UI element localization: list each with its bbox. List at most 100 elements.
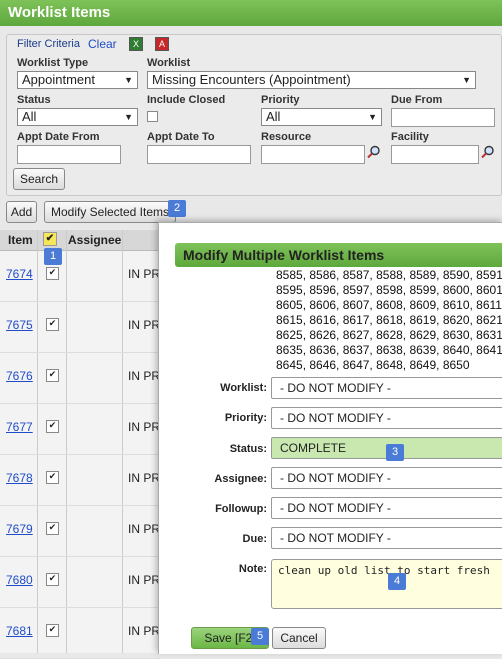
row-status: IN PR	[128, 573, 161, 587]
appt-date-from-label: Appt Date From	[17, 131, 100, 143]
facility-input[interactable]	[391, 145, 479, 164]
worklist-label: Worklist	[147, 57, 191, 69]
item-column-header[interactable]: Item	[8, 233, 33, 247]
table-row[interactable]: 7674 ✔ IN PR	[0, 250, 160, 302]
due-field-label: Due:	[242, 533, 267, 545]
facility-label: Facility	[391, 131, 429, 143]
worklist-type-label: Worklist Type	[17, 57, 89, 69]
row-checkbox[interactable]: ✔	[46, 369, 59, 382]
table-row[interactable]: 7677 ✔ IN PR	[0, 403, 160, 455]
status-select[interactable]: All ▼	[17, 108, 138, 126]
worklist-grid: Item ✔ Assignee 7674 ✔ IN PR 7675 ✔ IN P…	[0, 230, 170, 659]
status-value: All	[22, 109, 37, 124]
worklist-field-label: Worklist:	[220, 382, 267, 394]
cancel-button[interactable]: Cancel	[272, 627, 326, 649]
include-closed-label: Include Closed	[147, 94, 226, 106]
row-status: IN PR	[128, 624, 161, 638]
worklist-select[interactable]: Missing Encounters (Appointment) ▼	[147, 71, 476, 89]
clear-link[interactable]: Clear	[88, 37, 117, 51]
priority-field-select[interactable]: - DO NOT MODIFY -	[271, 407, 502, 429]
row-checkbox[interactable]: ✔	[46, 573, 59, 586]
resource-label: Resource	[261, 131, 312, 143]
row-checkbox[interactable]: ✔	[46, 420, 59, 433]
due-from-input[interactable]	[391, 108, 495, 127]
priority-select[interactable]: All ▼	[261, 108, 382, 126]
assignee-field-select[interactable]: - DO NOT MODIFY -	[271, 467, 502, 489]
item-link[interactable]: 7677	[6, 420, 33, 434]
item-id-line: 8645, 8646, 8647, 8648, 8649, 8650	[276, 358, 470, 372]
search-button[interactable]: Search	[13, 168, 65, 190]
row-checkbox[interactable]: ✔	[46, 318, 59, 331]
row-checkbox[interactable]: ✔	[46, 624, 59, 637]
row-status: IN PR	[128, 522, 161, 536]
note-textarea[interactable]: clean up old list to start fresh	[271, 559, 502, 609]
row-status: IN PR	[128, 420, 161, 434]
pdf-export-icon[interactable]: A	[155, 37, 169, 51]
priority-label: Priority	[261, 94, 300, 106]
step-badge-1: 1	[44, 248, 62, 265]
chevron-down-icon: ▼	[124, 75, 133, 85]
table-row[interactable]: 7679 ✔ IN PR	[0, 505, 160, 557]
step-badge-3: 3	[386, 444, 404, 461]
worklist-type-select[interactable]: Appointment ▼	[17, 71, 138, 89]
page-title: Worklist Items	[0, 0, 502, 26]
table-row[interactable]: 7675 ✔ IN PR	[0, 301, 160, 353]
magnifier-icon[interactable]	[367, 145, 381, 159]
resource-input[interactable]	[261, 145, 365, 164]
add-button[interactable]: Add	[6, 201, 37, 223]
item-id-line: 8585, 8586, 8587, 8588, 8589, 8590, 8591	[276, 268, 502, 282]
item-link[interactable]: 7674	[6, 267, 33, 281]
item-id-line: 8595, 8596, 8597, 8598, 8599, 8600, 8601	[276, 283, 502, 297]
grid-header: Item ✔ Assignee	[0, 230, 160, 251]
assignee-field-label: Assignee:	[214, 473, 267, 485]
selected-item-ids: 8585, 8586, 8587, 8588, 8589, 8590, 8591…	[276, 268, 502, 373]
item-link[interactable]: 7681	[6, 624, 33, 638]
followup-field-label: Followup:	[215, 503, 267, 515]
excel-export-icon[interactable]: X	[129, 37, 143, 51]
table-row[interactable]: 7680 ✔ IN PR	[0, 556, 160, 608]
step-badge-2: 2	[168, 200, 186, 217]
status-field-label: Status:	[229, 443, 267, 455]
chevron-down-icon: ▼	[462, 75, 471, 85]
worklist-value: Missing Encounters (Appointment)	[152, 72, 351, 87]
item-link[interactable]: 7678	[6, 471, 33, 485]
row-status: IN PR	[128, 369, 161, 383]
note-field-label: Note:	[238, 563, 267, 575]
filter-criteria-panel: Filter Criteria Clear X A Worklist Type …	[6, 34, 502, 196]
chevron-down-icon: ▼	[368, 112, 377, 122]
table-row[interactable]: 7681 ✔ IN PR	[0, 607, 160, 659]
due-field-select[interactable]: - DO NOT MODIFY -	[271, 527, 502, 549]
item-link[interactable]: 7676	[6, 369, 33, 383]
select-all-checkbox[interactable]: ✔	[43, 232, 57, 246]
modify-selected-items-button[interactable]: Modify Selected Items	[44, 201, 176, 223]
item-id-line: 8635, 8636, 8637, 8638, 8639, 8640, 8641	[276, 343, 502, 357]
item-link[interactable]: 7675	[6, 318, 33, 332]
include-closed-checkbox[interactable]	[147, 111, 158, 122]
item-link[interactable]: 7680	[6, 573, 33, 587]
row-status: IN PR	[128, 471, 161, 485]
due-from-label: Due From	[391, 94, 443, 106]
followup-field-select[interactable]: - DO NOT MODIFY -	[271, 497, 502, 519]
filter-criteria-title: Filter Criteria	[17, 38, 80, 50]
priority-field-label: Priority:	[224, 412, 267, 424]
worklist-type-value: Appointment	[22, 72, 95, 87]
step-badge-4: 4	[388, 573, 406, 590]
item-link[interactable]: 7679	[6, 522, 33, 536]
assignee-column-header[interactable]: Assignee	[68, 233, 121, 247]
table-row[interactable]: 7678 ✔ IN PR	[0, 454, 160, 506]
appt-date-to-input[interactable]	[147, 145, 251, 164]
row-status: IN PR	[128, 318, 161, 332]
row-checkbox[interactable]: ✔	[46, 267, 59, 280]
worklist-field-select[interactable]: - DO NOT MODIFY -	[271, 377, 502, 399]
step-badge-5: 5	[251, 628, 269, 645]
row-status: IN PR	[128, 267, 161, 281]
priority-value: All	[266, 109, 281, 124]
item-id-line: 8605, 8606, 8607, 8608, 8609, 8610, 8611	[276, 298, 502, 312]
table-row[interactable]: 7676 ✔ IN PR	[0, 352, 160, 404]
modify-multiple-dialog: Modify Multiple Worklist Items 8585, 858…	[158, 222, 502, 654]
row-checkbox[interactable]: ✔	[46, 471, 59, 484]
appt-date-from-input[interactable]	[17, 145, 121, 164]
magnifier-icon[interactable]	[481, 145, 495, 159]
appt-date-to-label: Appt Date To	[147, 131, 215, 143]
row-checkbox[interactable]: ✔	[46, 522, 59, 535]
